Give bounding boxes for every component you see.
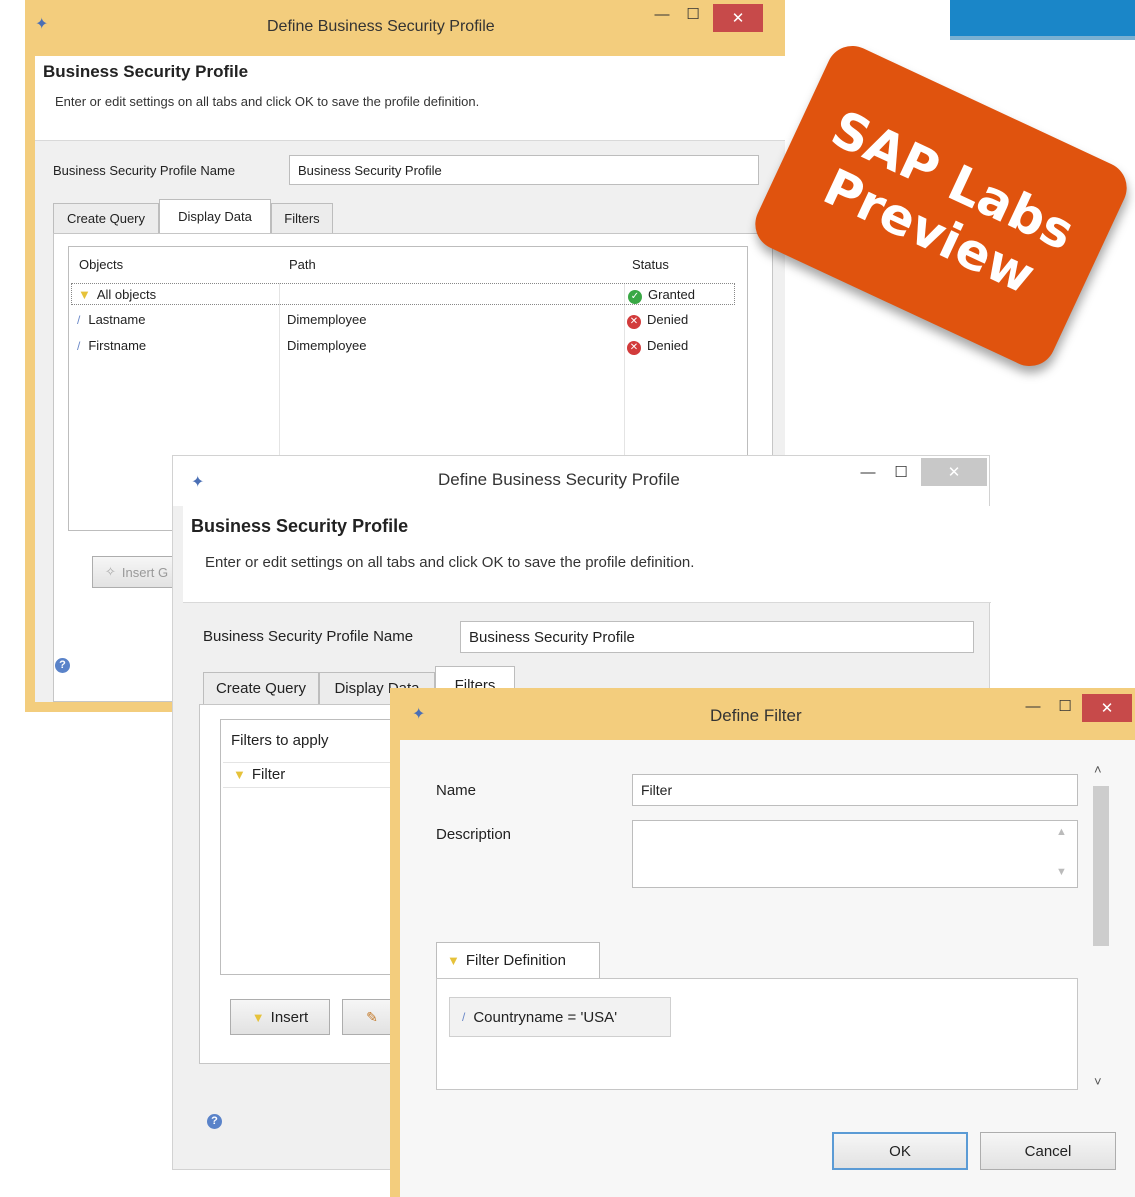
- dialog-scrollbar[interactable]: ˄ ˅: [1088, 762, 1114, 1092]
- table-row[interactable]: ▼ All objects ✓ Granted: [71, 283, 735, 305]
- tab-create-query[interactable]: Create Query: [203, 672, 319, 704]
- define-filter-dialog: ✦ Define Filter — ☐ ✕ Name Filter Descri…: [390, 688, 1135, 1197]
- row-object-cell: ▼ All objects: [78, 287, 156, 302]
- window-title: Define Business Security Profile: [438, 470, 680, 489]
- scrollbar-thumb[interactable]: [1093, 786, 1109, 946]
- close-button[interactable]: ✕: [713, 4, 763, 32]
- header-description: Enter or edit settings on all tabs and c…: [55, 94, 480, 109]
- filter-definition-label: Filter Definition: [465, 952, 566, 969]
- filter-icon: ▼: [78, 287, 91, 302]
- tab-display-data[interactable]: Display Data: [159, 199, 271, 233]
- filter-icon: ▼: [233, 767, 246, 782]
- insert-icon: ✧: [105, 564, 116, 579]
- minimize-button[interactable]: —: [1018, 692, 1048, 720]
- condition-item[interactable]: / Countryname = 'USA': [449, 997, 671, 1037]
- denied-icon: ✕: [627, 315, 641, 329]
- textarea-scroll-up-icon[interactable]: ▲: [1056, 826, 1067, 838]
- textarea-scroll-down-icon[interactable]: ▼: [1056, 866, 1067, 878]
- denied-icon: ✕: [627, 341, 641, 355]
- list-item-cell: ▼ Filter: [233, 766, 285, 783]
- close-button[interactable]: ✕: [921, 458, 987, 486]
- condition-expression: Countryname = 'USA': [473, 1008, 618, 1026]
- filter-item-label: Filter: [251, 766, 286, 783]
- row-status-cell: ✕ Denied: [627, 338, 688, 355]
- description-label: Description: [436, 826, 512, 843]
- titlebar[interactable]: ✦ Define Business Security Profile — ☐ ✕: [25, 0, 785, 56]
- tab-filter-definition[interactable]: ▼ Filter Definition: [436, 942, 600, 978]
- window-title: Define Business Security Profile: [267, 18, 495, 35]
- dialog-body: Name Filter Description ▲ ▼ ▼ Filter Defi…: [400, 740, 1135, 1197]
- granted-icon: ✓: [628, 290, 642, 304]
- header-area: Business Security Profile Enter or edit …: [183, 506, 991, 603]
- profile-name-input[interactable]: Business Security Profile: [289, 155, 759, 185]
- close-button[interactable]: ✕: [1082, 694, 1132, 722]
- header-title: Business Security Profile: [191, 516, 409, 536]
- row-status-cell: ✓ Granted: [628, 287, 695, 304]
- dimension-icon: /: [77, 339, 81, 353]
- titlebar[interactable]: ✦ Define Business Security Profile — ☐ ✕: [173, 456, 989, 506]
- scroll-up-icon[interactable]: ˄: [1094, 762, 1102, 777]
- edit-icon: ✎: [366, 1008, 378, 1025]
- app-icon: ✦: [35, 16, 49, 33]
- row-object: Firstname: [88, 338, 147, 353]
- row-status: Denied: [647, 338, 689, 353]
- scroll-down-icon[interactable]: ˅: [1094, 1074, 1102, 1089]
- row-status: Granted: [648, 287, 695, 302]
- header-title: Business Security Profile: [43, 62, 249, 81]
- dimension-icon: /: [77, 313, 81, 327]
- name-label: Name: [436, 782, 477, 799]
- profile-name-label: Business Security Profile Name: [203, 628, 414, 645]
- tab-create-query[interactable]: Create Query: [53, 203, 159, 233]
- filter-name-input[interactable]: Filter: [632, 774, 1078, 806]
- filters-header: Filters to apply: [231, 732, 329, 749]
- column-objects[interactable]: Objects: [79, 257, 123, 272]
- insert-label: Insert: [270, 1008, 309, 1026]
- row-object: Lastname: [88, 312, 146, 327]
- window-title: Define Filter: [710, 706, 802, 725]
- filter-icon: ▼: [251, 1009, 265, 1025]
- background-blue-bar: [950, 0, 1135, 40]
- filter-icon: ▼: [447, 953, 460, 968]
- table-row[interactable]: / Firstname Dimemployee ✕ Denied: [71, 335, 735, 357]
- row-path: Dimemployee: [287, 338, 367, 353]
- help-icon[interactable]: ?: [207, 1114, 222, 1129]
- table-row[interactable]: / Lastname Dimemployee ✕ Denied: [71, 309, 735, 331]
- titlebar[interactable]: ✦ Define Filter — ☐ ✕: [390, 688, 1135, 740]
- row-path: Dimemployee: [287, 312, 367, 327]
- tab-filters[interactable]: Filters: [271, 203, 333, 233]
- row-object-cell: / Lastname: [77, 312, 145, 327]
- maximize-button[interactable]: ☐: [1050, 692, 1080, 720]
- profile-name-input[interactable]: Business Security Profile: [460, 621, 974, 653]
- dimension-icon: /: [462, 1010, 466, 1024]
- description-textarea[interactable]: [632, 820, 1078, 888]
- row-status-cell: ✕ Denied: [627, 312, 688, 329]
- ok-button[interactable]: OK: [832, 1132, 968, 1170]
- row-object: All objects: [96, 287, 157, 302]
- insert-group-label: Insert G: [121, 564, 169, 580]
- app-icon: ✦: [191, 474, 205, 491]
- profile-name-label: Business Security Profile Name: [53, 163, 236, 178]
- insert-button[interactable]: ▼ Insert: [230, 999, 330, 1035]
- maximize-button[interactable]: ☐: [886, 458, 916, 486]
- cancel-button[interactable]: Cancel: [980, 1132, 1116, 1170]
- header-area: Business Security Profile Enter or edit …: [35, 56, 785, 141]
- sap-labs-preview-badge: SAP Labs Preview: [746, 37, 1135, 375]
- minimize-button[interactable]: —: [647, 0, 677, 28]
- minimize-button[interactable]: —: [853, 458, 883, 486]
- row-object-cell: / Firstname: [77, 338, 146, 353]
- maximize-button[interactable]: ☐: [678, 0, 708, 28]
- help-icon[interactable]: ?: [55, 658, 70, 673]
- header-description: Enter or edit settings on all tabs and c…: [205, 554, 695, 571]
- column-status[interactable]: Status: [632, 257, 669, 272]
- row-status: Denied: [647, 312, 689, 327]
- column-path[interactable]: Path: [289, 257, 316, 272]
- filter-definition-panel: / Countryname = 'USA': [436, 978, 1078, 1090]
- app-icon: ✦: [412, 706, 426, 723]
